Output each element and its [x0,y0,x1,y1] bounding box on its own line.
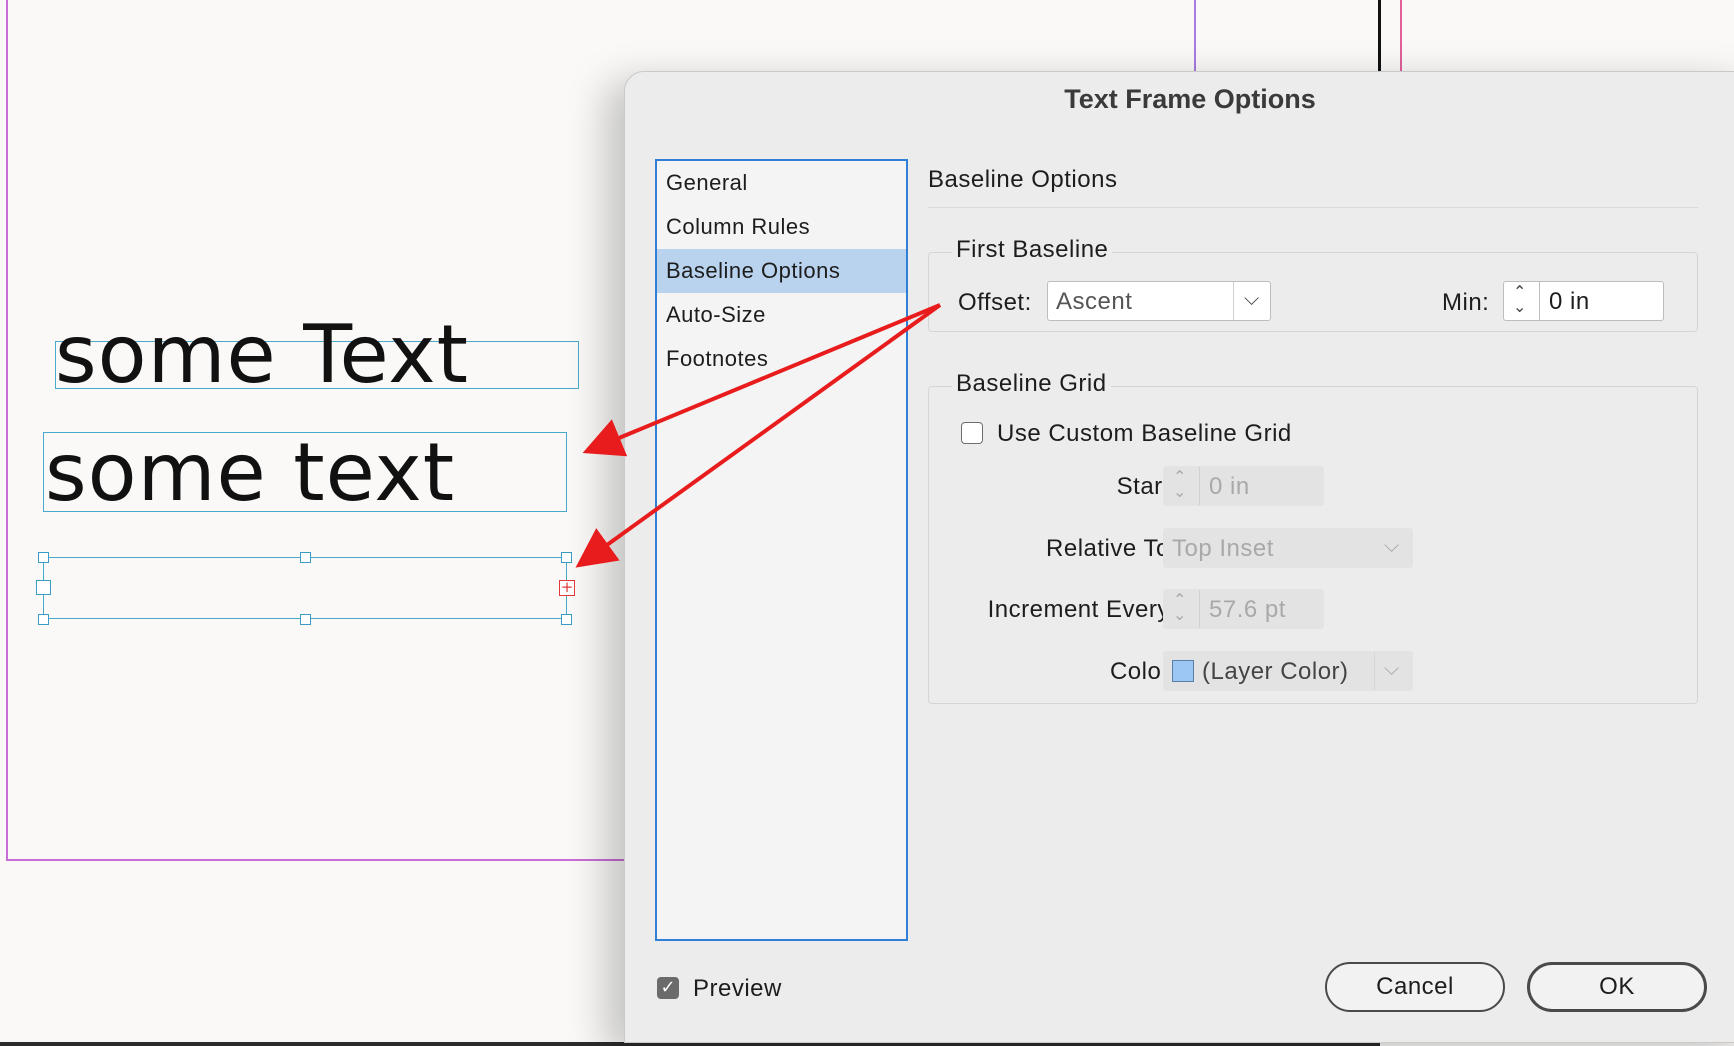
annotation-arrow-to-frame-3 [575,303,942,568]
annotation-arrow-to-frame-2 [582,303,941,457]
annotation-arrows [575,303,942,568]
